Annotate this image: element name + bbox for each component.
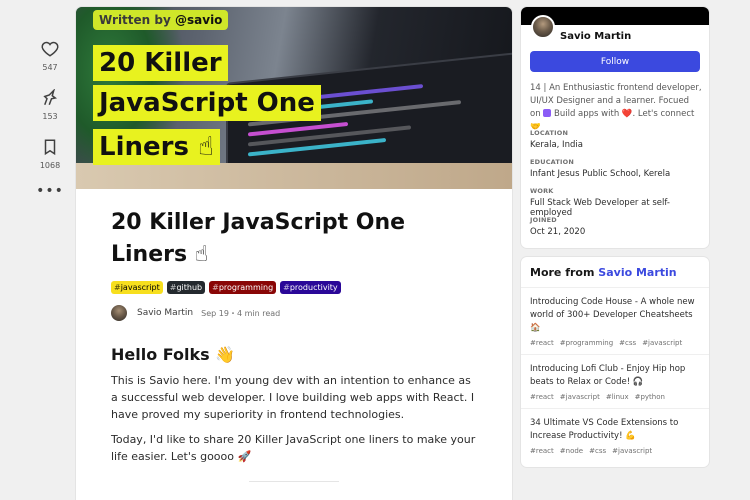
joined-value: Oct 21, 2020 [530,227,586,237]
cover-handle: @savio [175,13,223,27]
work-value: Full Stack Web Developer at self-employe… [530,198,670,218]
item-tag[interactable]: #javascript [642,339,682,347]
tag-hash: # [114,283,121,292]
unicorn-reaction-button[interactable]: 153 [41,89,59,121]
unicorn-icon [43,89,58,106]
work-label: WORK [530,187,554,195]
profile-avatar[interactable] [531,15,555,39]
profile-card: Savio Martin Follow 14 | An Enthusiastic… [521,7,709,248]
tag-hash: # [212,283,219,292]
paragraph-1: This is Savio here. I'm young dev with a… [111,374,475,421]
tag-javascript[interactable]: #javascript [111,281,163,294]
unicorn-count: 153 [42,112,58,121]
more-from-label: More from [530,266,595,279]
education-label: EDUCATION [530,158,575,166]
more-from-item-title[interactable]: 34 Ultimate VS Code Extensions to Increa… [530,417,700,443]
profile-education: EDUCATION Infant Jesus Public School, Ke… [530,158,702,179]
more-from-heading: More from Savio Martin [521,257,709,288]
more-from-item-tags: #react #javascript #linux #python [530,393,700,401]
author-avatar[interactable] [111,305,127,321]
heart-icon [41,41,59,57]
more-from-item-title[interactable]: Introducing Lofi Club - Enjoy Hip hop be… [530,363,700,389]
more-from-item-title[interactable]: Introducing Code House - A whole new wor… [530,296,700,335]
item-tag[interactable]: #react [530,339,554,347]
cover-title-line-1: 20 Killer [93,45,228,81]
bookmark-count: 1068 [39,161,61,170]
bookmark-icon [44,139,56,156]
more-from-author-link[interactable]: Savio Martin [598,266,676,279]
tag-name: github [176,283,203,292]
article-body: 20 Killer JavaScript One Liners ☝ #javas… [76,189,512,482]
bookmark-button[interactable]: 1068 [40,138,60,170]
item-tag[interactable]: #react [530,447,554,455]
tag-github[interactable]: #github [166,281,206,294]
more-from-item[interactable]: Introducing Lofi Club - Enjoy Hip hop be… [521,355,709,409]
tag-programming[interactable]: #programming [209,281,277,294]
tag-name: programming [218,283,274,292]
cover-image: Written by @savio 20 Killer JavaScript O… [76,7,512,189]
more-from-item-tags: #react #programming #css #javascript [530,339,700,347]
author-row: Savio Martin Sep 19 ・4 min read [111,305,477,321]
heart-count: 547 [42,63,58,72]
item-tag[interactable]: #node [560,447,583,455]
heart-reaction-button[interactable]: 547 [41,40,59,72]
item-tag[interactable]: #python [635,393,665,401]
item-tag[interactable]: #programming [560,339,613,347]
more-from-card: More from Savio Martin Introducing Code … [521,257,709,467]
tag-productivity[interactable]: #productivity [280,281,341,294]
desk-graphic [76,163,512,189]
item-tag[interactable]: #linux [606,393,629,401]
cover-written-by: Written by [99,13,171,27]
profile-location: LOCATION Kerala, India [530,129,702,150]
item-tag[interactable]: #css [589,447,606,455]
follow-button[interactable]: Follow [530,51,700,72]
more-from-item[interactable]: 34 Ultimate VS Code Extensions to Increa… [521,409,709,462]
location-value: Kerala, India [530,140,583,150]
education-value: Infant Jesus Public School, Kerela [530,169,671,179]
article-title: 20 Killer JavaScript One Liners ☝ [111,210,406,267]
publish-date: Sep 19 [201,308,229,318]
author-name[interactable]: Savio Martin [137,308,193,318]
article-card: Written by @savio 20 Killer JavaScript O… [76,7,512,500]
tag-list: #javascript #github #programming #productiv… [111,281,477,294]
tag-hash: # [283,283,290,292]
reactions-rail: 547 153 1068 ••• [30,40,70,198]
cover-title-line-3: Liners ☝ [93,129,220,165]
profile-work: WORK Full Stack Web Developer at self-em… [530,187,702,218]
item-tag[interactable]: #react [530,393,554,401]
section-heading: Hello Folks 👋 [111,345,236,364]
location-label: LOCATION [530,129,569,137]
square-emoji-icon [543,109,552,117]
cover-byline: Written by @savio [93,10,229,30]
cover-title-line-2: JavaScript One [93,85,321,121]
more-options-button[interactable]: ••• [36,184,64,198]
profile-bio: 14 | An Enthusiastic frontend developer,… [530,82,702,134]
paragraph-2: Today, I'd like to share 20 Killer JavaS… [111,433,476,463]
read-time: ・4 min read [228,308,281,318]
item-tag[interactable]: #javascript [560,393,600,401]
tag-hash: # [169,283,177,292]
item-tag[interactable]: #css [619,339,636,347]
profile-name[interactable]: Savio Martin [560,31,631,42]
more-from-item-tags: #react #node #css #javascript [530,447,700,455]
tag-name: productivity [289,283,338,292]
tag-name: javascript [120,283,160,292]
item-tag[interactable]: #javascript [612,447,652,455]
divider [249,481,339,482]
more-from-item[interactable]: Introducing Code House - A whole new wor… [521,288,709,355]
profile-joined: JOINED Oct 21, 2020 [530,216,702,237]
joined-label: JOINED [530,216,557,224]
